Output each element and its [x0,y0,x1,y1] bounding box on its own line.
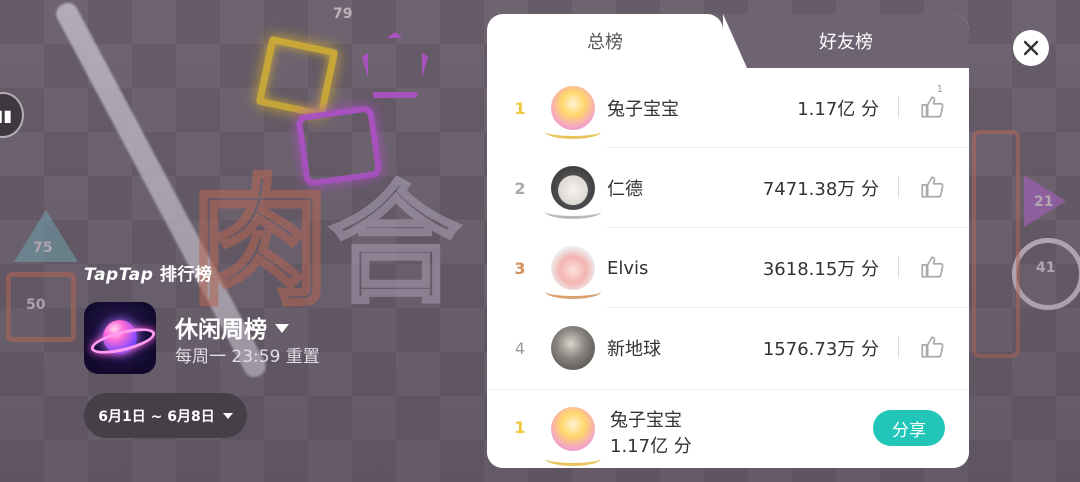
tab-overall[interactable]: 总榜 [487,14,723,68]
neon-orange-bar-shape [972,130,1020,358]
player-score: 7471.38万 分 [762,179,879,200]
shape-number-label: 41 [1036,260,1056,276]
neon-triangle-shape [1024,175,1066,227]
my-rank-row: 1 兔子宝宝 1.17亿 分 分享 [487,389,969,468]
neon-sign-text: 肉 [188,160,332,327]
neon-circle-shape [1012,238,1080,310]
divider [898,176,899,198]
like-count: 1 [936,84,943,95]
shape-number-label: 79 [333,6,353,22]
reset-time-text: 每周一 23:59 重置 [175,347,320,367]
player-name: 新地球 [607,339,661,360]
share-button[interactable]: 分享 [873,410,945,446]
divider [898,256,899,278]
divider [898,96,899,118]
divider [898,336,899,358]
board-title-dropdown[interactable]: 休闲周榜 [175,310,289,344]
shape-number-label: 50 [26,297,46,313]
leaderboard-list: 1 兔子宝宝 1.17亿 分 1 2 仁德 7471.38万 分 3 Elvis… [487,68,969,388]
brand-suffix: 排行榜 [159,265,213,285]
neon-square-shape [255,35,339,119]
gold-laurel-icon [545,451,601,466]
taptap-logo: TapTap [84,265,154,285]
leaderboard-row: 2 仁德 7471.38万 分 [487,148,969,228]
chevron-down-icon [275,324,289,333]
thumbs-up-icon[interactable] [919,334,945,360]
gold-laurel-icon [545,124,601,139]
taptap-leaderboard-brand: TapTap 排行榜 [84,260,212,285]
thumbs-up-icon[interactable] [919,254,945,280]
board-title: 休闲周榜 [175,317,267,343]
my-avatar[interactable] [551,407,595,451]
leaderboard-tabs: 好友榜 总榜 [487,14,969,68]
player-score: 3618.15万 分 [762,259,879,280]
leaderboard-row: 3 Elvis 3618.15万 分 [487,228,969,308]
bronze-laurel-icon [545,284,601,299]
player-name: Elvis [607,257,649,279]
leaderboard-row: 4 新地球 1576.73万 分 [487,308,969,388]
planet-game-icon [84,302,156,374]
shape-number-label: 21 [1034,194,1054,210]
neon-pentagon-shape [362,32,428,98]
date-range-label: 6月1日 ~ 6月8日 [98,408,215,425]
rank-number: 3 [514,258,526,278]
neon-triangle-shape [14,210,78,262]
avatar[interactable] [551,326,595,370]
rank-number: 1 [514,98,526,118]
shape-number-label: 75 [33,240,53,256]
thumbs-up-icon[interactable] [919,94,945,120]
neon-purple-shape [295,104,383,188]
tab-friends[interactable]: 好友榜 [723,14,969,68]
player-name: 兔子宝宝 [607,99,679,120]
my-rank-number: 1 [514,418,526,437]
neon-orange-square-shape [6,272,76,342]
silver-laurel-icon [545,204,601,219]
close-button[interactable] [1013,30,1049,66]
chevron-down-icon [222,412,233,419]
player-score: 1.17亿 分 [797,99,879,120]
rank-number: 4 [514,338,526,358]
player-score: 1576.73万 分 [762,339,879,360]
my-score: 1.17亿 分 [610,436,692,457]
close-icon [1023,40,1039,56]
neon-sign-text: 合 [328,167,462,323]
leaderboard-panel: 好友榜 总榜 1 兔子宝宝 1.17亿 分 1 2 仁德 7471.38万 分 [487,14,969,468]
my-name: 兔子宝宝 [610,410,682,431]
player-name: 仁德 [607,179,643,200]
rank-number: 2 [514,178,526,198]
date-range-dropdown[interactable]: 6月1日 ~ 6月8日 [84,393,247,438]
thumbs-up-icon[interactable] [919,174,945,200]
leaderboard-row: 1 兔子宝宝 1.17亿 分 1 [487,68,969,148]
